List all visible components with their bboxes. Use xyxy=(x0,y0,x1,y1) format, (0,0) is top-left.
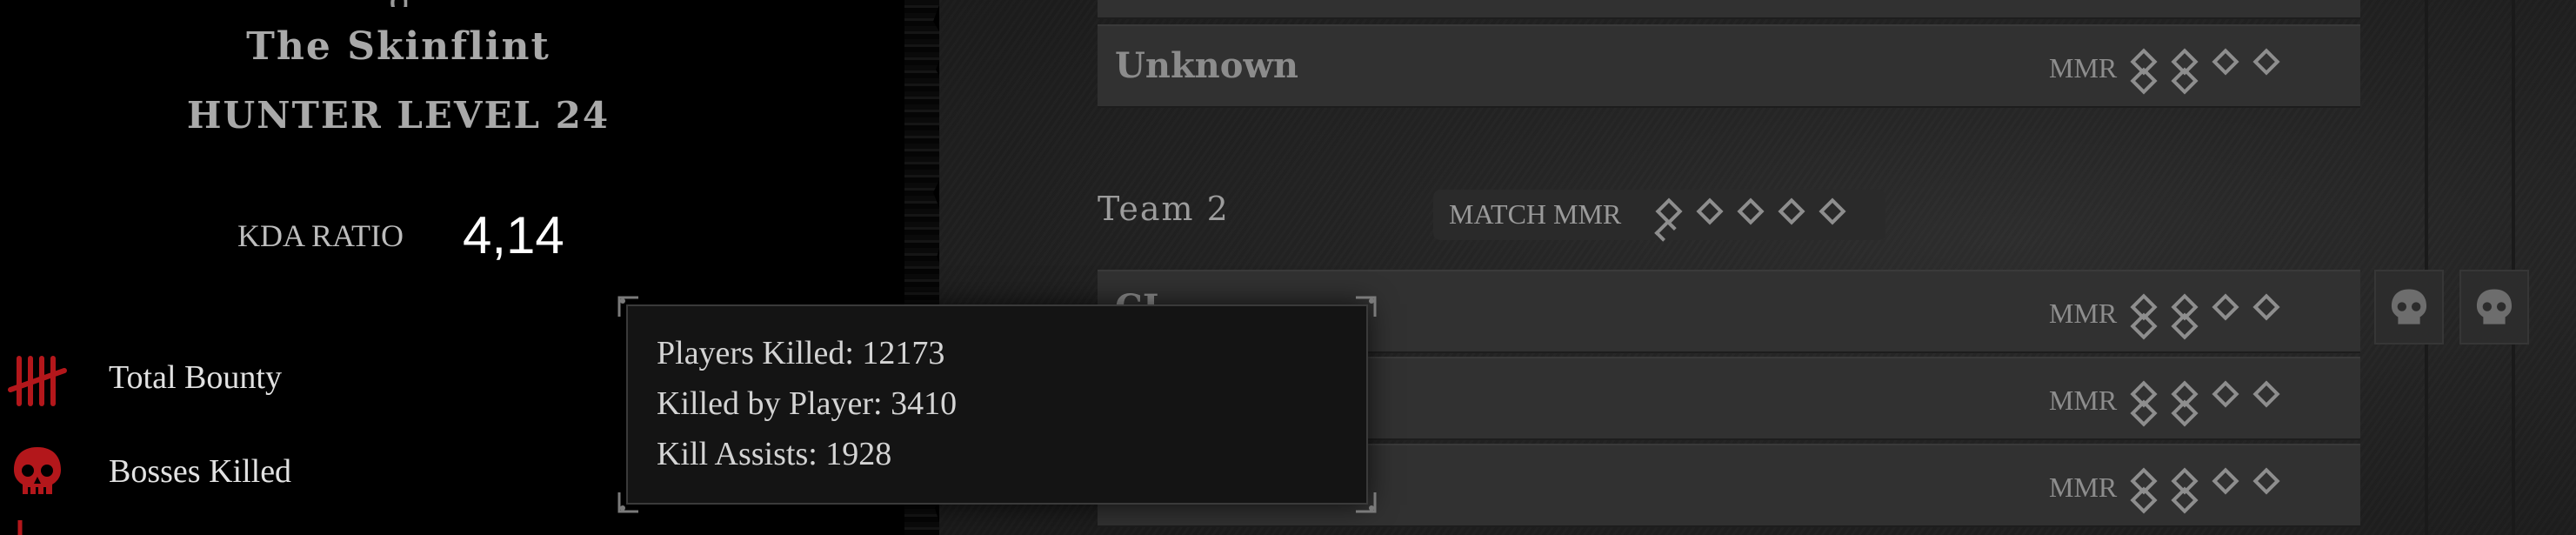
hunter-title: The Skinflint xyxy=(246,24,551,69)
hunter-level: HUNTER LEVEL 24 xyxy=(186,94,611,137)
tally-marks-icon xyxy=(8,356,67,406)
player-name: Unknown xyxy=(1115,45,1298,86)
match-mmr-stars xyxy=(1654,197,1885,242)
tooltip-corner-ornament xyxy=(1356,296,1377,317)
tooltip-kill-assists: Kill Assists: 1928 xyxy=(657,436,892,472)
mmr-rating: MMR xyxy=(2030,45,2334,95)
hunter-name: g xyxy=(330,0,470,7)
match-mmr-label: MATCH MMR xyxy=(1449,198,1622,230)
stat-label: Bosses Killed xyxy=(109,453,292,490)
kda-value: 4,14 xyxy=(463,206,564,264)
tooltip-killed-by-player: Killed by Player: 3410 xyxy=(657,385,958,422)
stat-total-bounty[interactable]: Total Bounty xyxy=(0,350,365,411)
skull-icon xyxy=(2391,289,2427,324)
kda-label: KDA RATIO xyxy=(237,218,404,253)
mmr-stars xyxy=(2130,48,2334,95)
skull-icon xyxy=(14,447,61,494)
player-status-slot xyxy=(2374,270,2444,344)
column-divider xyxy=(2512,0,2515,535)
mmr-label: MMR xyxy=(2049,385,2118,416)
mmr-label: MMR xyxy=(2049,52,2118,84)
mmr-stars xyxy=(2130,467,2334,514)
tooltip-corner-ornament xyxy=(617,296,638,317)
mmr-stars xyxy=(2130,380,2334,427)
mmr-rating: MMR xyxy=(2030,465,2334,514)
team-label: Team 2 xyxy=(1098,190,1230,228)
stat-label: Total Bounty xyxy=(109,359,282,396)
player-status-slot xyxy=(2459,270,2529,344)
kills-tooltip: Players Killed: 12173 Killed by Player: … xyxy=(617,296,1377,513)
tooltip-players-killed: Players Killed: 12173 xyxy=(657,335,945,371)
mmr-label: MMR xyxy=(2049,298,2118,329)
stat-bosses-killed[interactable]: Bosses Killed xyxy=(0,442,365,503)
tooltip-corner-ornament xyxy=(617,492,638,513)
column-divider xyxy=(2425,0,2428,535)
mmr-rating: MMR xyxy=(2030,378,2334,427)
tooltip-corner-ornament xyxy=(1356,492,1377,513)
partial-stat-icon xyxy=(17,520,23,535)
mmr-stars xyxy=(2130,293,2334,340)
mmr-label: MMR xyxy=(2049,471,2118,503)
mmr-rating: MMR xyxy=(2030,291,2334,340)
match-mmr: MATCH MMR xyxy=(1433,190,1885,242)
skull-icon xyxy=(2476,289,2513,324)
mmr-rating xyxy=(2030,0,2334,19)
player-row[interactable]: Unknown MMR xyxy=(1098,24,2360,108)
player-row[interactable] xyxy=(1098,0,2360,19)
